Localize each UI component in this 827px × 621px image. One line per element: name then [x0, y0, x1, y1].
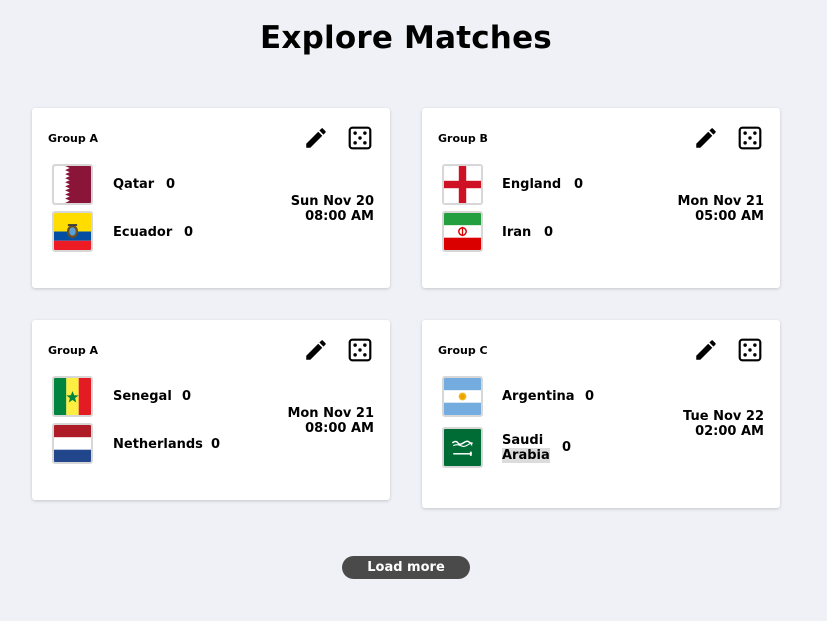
team-score: 0 [184, 225, 194, 240]
group-label: Group B [438, 132, 488, 145]
team-name-line1: Saudi [502, 433, 544, 448]
team-score: 0 [562, 440, 572, 455]
match-card: Group A Senegal 0 Netherlands 0 Mon Nov … [32, 320, 390, 500]
pencil-icon[interactable] [693, 337, 719, 363]
team-score: 0 [544, 225, 554, 240]
dice-icon[interactable] [347, 125, 373, 151]
saudi-arabia-flag-icon [442, 427, 483, 468]
match-time: 08:00 AM [305, 421, 374, 436]
team-name: England [502, 177, 562, 192]
argentina-flag-icon [442, 376, 483, 417]
team-score: 0 [574, 177, 584, 192]
group-label: Group A [48, 344, 99, 357]
team-name: Qatar [113, 177, 155, 192]
group-label: Group C [438, 344, 488, 357]
team-name: Senegal [113, 389, 172, 404]
england-flag-icon [442, 164, 483, 205]
pencil-icon[interactable] [693, 125, 719, 151]
iran-flag-icon [442, 211, 483, 252]
ecuador-flag-icon [52, 211, 93, 252]
team-name: Iran [502, 225, 532, 240]
match-date: Sun Nov 20 [290, 194, 374, 209]
dice-icon[interactable] [737, 337, 763, 363]
group-label: Group A [48, 132, 99, 145]
team-score: 0 [166, 177, 176, 192]
team-name: Netherlands [113, 437, 203, 452]
match-datetime: Mon Nov 21 05:00 AM [677, 194, 764, 224]
match-card: Group C Argentina 0 Saudi Arabia 0 Tue N… [422, 320, 780, 508]
dice-icon[interactable] [737, 125, 763, 151]
match-date: Mon Nov 21 [287, 406, 374, 421]
page-title: Explore Matches [260, 20, 552, 56]
match-card: Group B England 0 Iran 0 Mon Nov 21 05:0… [422, 108, 780, 288]
load-more-button[interactable]: Load more [342, 556, 470, 579]
team-name: Argentina [502, 389, 575, 404]
senegal-flag-icon [52, 376, 93, 417]
netherlands-flag-icon [52, 423, 93, 464]
match-datetime: Tue Nov 22 02:00 AM [683, 409, 764, 439]
team-score: 0 [211, 437, 221, 452]
qatar-flag-icon [52, 164, 93, 205]
match-time: 05:00 AM [695, 209, 764, 224]
pencil-icon[interactable] [303, 125, 329, 151]
match-datetime: Sun Nov 20 08:00 AM [291, 194, 374, 224]
team-name: Ecuador [113, 225, 173, 240]
match-time: 02:00 AM [695, 424, 764, 439]
team-name: Saudi Arabia [502, 433, 550, 463]
team-name-line2: Arabia [502, 448, 550, 463]
match-date: Mon Nov 21 [677, 194, 764, 209]
match-time: 08:00 AM [305, 209, 374, 224]
match-datetime: Mon Nov 21 08:00 AM [287, 406, 374, 436]
match-card: Group A Qatar 0 Ecuador 0 Sun Nov 20 08:… [32, 108, 390, 288]
pencil-icon[interactable] [303, 337, 329, 363]
dice-icon[interactable] [347, 337, 373, 363]
team-score: 0 [182, 389, 192, 404]
team-score: 0 [585, 389, 595, 404]
match-date: Tue Nov 22 [683, 409, 764, 424]
